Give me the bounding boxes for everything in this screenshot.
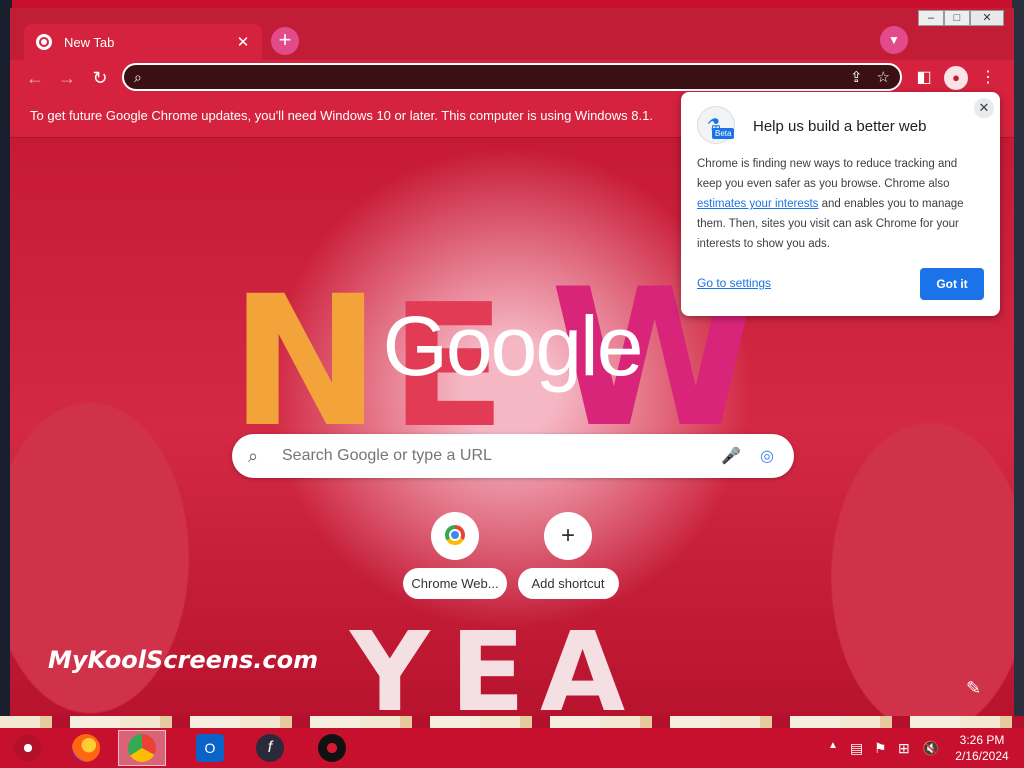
- shortcut-chrome-web-store[interactable]: Chrome Web...: [401, 512, 509, 599]
- privacy-sandbox-dialog: ⚗ Beta Help us build a better web ✕ Chro…: [681, 92, 1000, 316]
- bookmark-star-icon[interactable]: ☆: [877, 68, 890, 86]
- beta-label: Beta: [712, 128, 735, 139]
- clock-date: 2/16/2024: [955, 749, 1009, 763]
- start-ornament-icon: [14, 734, 42, 762]
- search-icon: ⌕: [248, 445, 259, 466]
- firefox-icon: [72, 734, 100, 762]
- dialog-title: Help us build a better web: [753, 118, 927, 135]
- flag-tray-icon[interactable]: ⚑: [874, 740, 887, 757]
- flash-icon: f: [256, 734, 284, 762]
- volume-muted-icon[interactable]: 🔇: [922, 740, 939, 757]
- tab-new-tab[interactable]: New Tab ✕: [24, 24, 262, 60]
- network-tray-icon[interactable]: ▤: [850, 740, 863, 757]
- taskbar-chrome[interactable]: [118, 730, 166, 766]
- theme-decoration: E: [450, 608, 526, 716]
- toolbar: ← → ↻ ⌕ ⇪ ☆ ◧ ● ⋮: [10, 60, 1014, 94]
- share-icon[interactable]: ⇪: [850, 68, 863, 86]
- side-panel-icon[interactable]: ◧: [912, 66, 936, 90]
- minimize-button[interactable]: –: [918, 10, 944, 26]
- chrome-icon: [128, 734, 156, 762]
- tab-close-icon[interactable]: ✕: [234, 33, 252, 51]
- watermark: MyKoolScreens.com: [48, 646, 319, 674]
- ntp-search-box[interactable]: ⌕ 🎤 ◎: [232, 434, 794, 478]
- taskbar: O f ▲ ▤ ⚑ ⊞ 🔇: [0, 728, 1024, 768]
- taskbar-firefox[interactable]: [62, 730, 110, 766]
- customize-pencil-icon[interactable]: ✎: [966, 678, 981, 699]
- taskbar-flash[interactable]: f: [246, 730, 294, 766]
- theme-decoration: A: [540, 608, 626, 716]
- ntp-search-input[interactable]: [282, 447, 710, 465]
- clock-time: 3:26 PM: [959, 733, 1005, 747]
- taskbar-outlook[interactable]: O: [186, 730, 234, 766]
- shortcut-label: Add shortcut: [517, 568, 619, 599]
- search-icon: ⌕: [134, 68, 142, 85]
- address-input[interactable]: [154, 69, 836, 85]
- show-hidden-icons[interactable]: ▲: [828, 740, 838, 751]
- theme-decoration: Y: [350, 608, 430, 716]
- estimates-interests-link[interactable]: estimates your interests: [697, 198, 818, 210]
- menu-kebab-icon[interactable]: ⋮: [976, 66, 1000, 90]
- desktop-wallpaper-strip: [0, 716, 1024, 728]
- taskbar-recorder[interactable]: [308, 730, 356, 766]
- address-bar[interactable]: ⌕ ⇪ ☆: [122, 63, 902, 91]
- chrome-webstore-icon: [431, 512, 479, 560]
- close-window-button[interactable]: ✕: [970, 10, 1004, 26]
- profile-avatar-icon[interactable]: ●: [944, 66, 968, 90]
- reload-button[interactable]: ↻: [87, 65, 113, 91]
- new-tab-button[interactable]: +: [271, 27, 299, 55]
- start-button[interactable]: [4, 730, 52, 766]
- chrome-favicon-icon: [36, 34, 52, 50]
- connection-tray-icon[interactable]: ⊞: [898, 740, 910, 757]
- google-lens-icon[interactable]: ◎: [756, 446, 778, 466]
- beta-flask-icon: ⚗ Beta: [697, 106, 735, 144]
- forward-button[interactable]: →: [54, 65, 80, 91]
- outlook-icon: O: [196, 734, 224, 762]
- dialog-body: Chrome is finding new ways to reduce tra…: [697, 154, 985, 254]
- tab-title: New Tab: [64, 34, 115, 50]
- back-button[interactable]: ←: [22, 65, 48, 91]
- dialog-close-icon[interactable]: ✕: [974, 98, 994, 118]
- plus-icon: +: [544, 512, 592, 560]
- maximize-button[interactable]: □: [944, 10, 970, 26]
- dialog-text: Chrome is finding new ways to reduce tra…: [697, 158, 958, 190]
- title-bar: New Tab ✕ + ▼ – □ ✕: [10, 8, 1014, 60]
- got-it-button[interactable]: Got it: [920, 268, 984, 300]
- go-to-settings-link[interactable]: Go to settings: [697, 276, 771, 290]
- microphone-icon[interactable]: 🎤: [720, 446, 742, 466]
- add-shortcut-button[interactable]: + Add shortcut: [514, 512, 622, 599]
- system-clock[interactable]: 3:26 PM 2/16/2024: [948, 732, 1016, 764]
- shortcut-label: Chrome Web...: [403, 568, 507, 599]
- tab-search-button[interactable]: ▼: [880, 26, 908, 54]
- recorder-icon: [318, 734, 346, 762]
